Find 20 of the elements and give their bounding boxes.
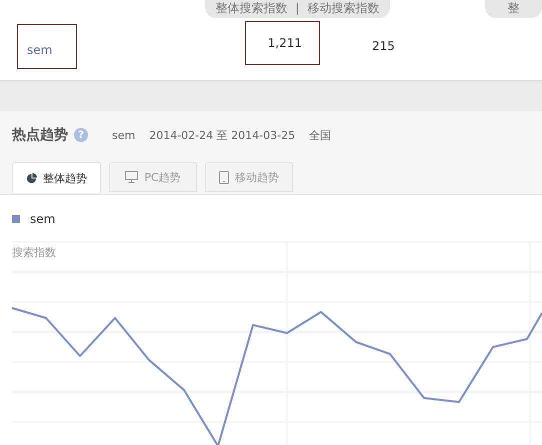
overall-index-cell: 1,211 (245, 21, 320, 65)
y-axis-label: 搜索指数 (12, 245, 56, 260)
header-label: 整 (507, 0, 520, 16)
separator: | (295, 1, 300, 15)
mobile-index-cell: 215 (372, 39, 395, 53)
header-label: 整体搜索指数 (215, 0, 288, 16)
monitor-icon (125, 171, 138, 183)
tab[interactable]: PC趋势 (109, 162, 197, 192)
tablet-icon (219, 170, 229, 184)
section-title: 热点趋势 (12, 126, 68, 144)
pie-chart-icon (26, 172, 37, 184)
header-label: 移动搜索指数 (307, 0, 380, 16)
keyword-cell: sem (17, 24, 77, 68)
tab[interactable]: 整体趋势 (12, 162, 101, 193)
legend-label: sem (30, 212, 56, 226)
tab[interactable]: 移动趋势 (205, 162, 293, 192)
keyword-label: sem (112, 128, 136, 142)
date-range: 2014-02-24 至 2014-03-25 (149, 128, 296, 142)
help-icon[interactable]: ? (74, 128, 88, 142)
region-label: 全国 (309, 128, 332, 142)
